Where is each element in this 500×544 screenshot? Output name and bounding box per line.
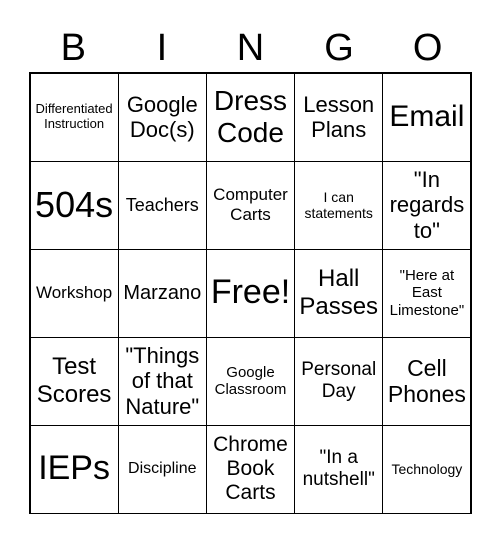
- bingo-cell[interactable]: Cell Phones: [382, 336, 472, 426]
- bingo-cell[interactable]: "In a nutshell": [294, 424, 384, 514]
- bingo-cell[interactable]: Workshop: [29, 248, 119, 338]
- bingo-cell[interactable]: "Here at East Limestone": [382, 248, 472, 338]
- bingo-cell[interactable]: Google Doc(s): [117, 72, 207, 162]
- bingo-cell[interactable]: I can statements: [294, 160, 384, 250]
- header-letter-g: G: [324, 27, 354, 69]
- bingo-header: B I N G O: [29, 24, 472, 72]
- bingo-cell[interactable]: Dress Code: [205, 72, 296, 162]
- header-letter-o: O: [412, 27, 443, 69]
- header-letter-b: B: [60, 27, 86, 69]
- bingo-cell[interactable]: Computer Carts: [205, 160, 296, 250]
- bingo-cell[interactable]: Discipline: [117, 424, 207, 514]
- bingo-cell[interactable]: 504s: [29, 160, 119, 250]
- bingo-cell[interactable]: "In regards to": [382, 160, 472, 250]
- bingo-cell[interactable]: Chrome Book Carts: [205, 424, 296, 514]
- bingo-cell[interactable]: Marzano: [117, 248, 207, 338]
- bingo-cell[interactable]: IEPs: [29, 424, 119, 514]
- bingo-cell[interactable]: Test Scores: [29, 336, 119, 426]
- bingo-cell[interactable]: Hall Passes: [294, 248, 384, 338]
- bingo-cell[interactable]: Personal Day: [294, 336, 384, 426]
- header-letter-n: N: [236, 27, 265, 69]
- bingo-cell[interactable]: "Things of that Nature": [117, 336, 207, 426]
- header-letter-i: I: [156, 27, 168, 69]
- bingo-cell[interactable]: Technology: [382, 424, 472, 514]
- bingo-cell[interactable]: Google Classroom: [205, 336, 296, 426]
- bingo-cell[interactable]: Teachers: [117, 160, 207, 250]
- bingo-grid: Differentiated Instruction Google Doc(s) D…: [29, 72, 472, 514]
- bingo-cell[interactable]: Lesson Plans: [294, 72, 384, 162]
- bingo-cell[interactable]: Email: [382, 72, 472, 162]
- bingo-cell[interactable]: Differentiated Instruction: [29, 72, 119, 162]
- bingo-cell[interactable]: Free!: [205, 248, 296, 338]
